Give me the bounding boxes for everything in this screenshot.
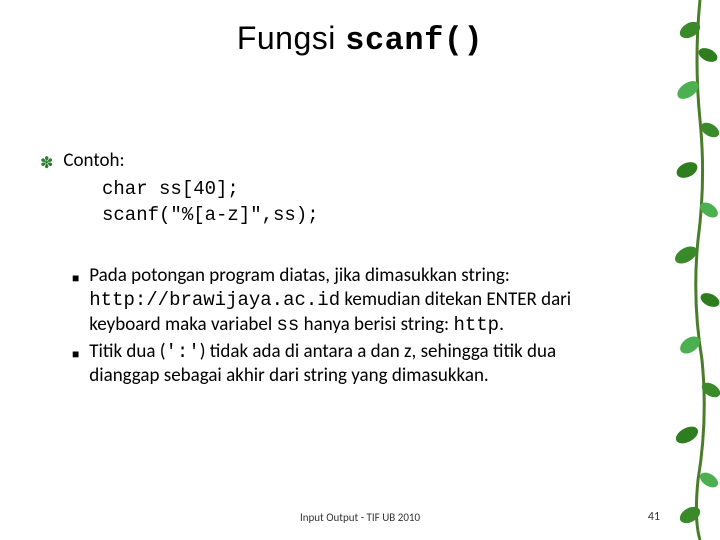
square-bullet-icon: ■ [72, 347, 79, 362]
paragraph-2-text: Titik dua (':') tidak ada di antara a da… [89, 340, 595, 389]
footer-text: Input Output - TIF UB 2010 [0, 511, 720, 524]
square-bullet-icon: ■ [72, 271, 79, 286]
p1-t3: hanya berisi string: [299, 313, 453, 336]
slide: Fungsi scanf() ✽ Contoh: char ss[40]; sc… [0, 0, 720, 540]
slide-body: ✽ Contoh: char ss[40]; scanf("%[a-z]",ss… [40, 149, 680, 388]
paragraphs: ■ Pada potongan program diatas, jika dim… [40, 264, 595, 388]
code-line-2: scanf("%[a-z]",ss); [102, 203, 595, 229]
p1-c3: http [453, 314, 499, 336]
p1-t4: . [499, 313, 504, 336]
flower-bullet-icon: ✽ [40, 153, 53, 173]
example-block: ✽ Contoh: [40, 149, 595, 173]
p1-c2: ss [277, 314, 300, 336]
paragraph-1-text: Pada potongan program diatas, jika dimas… [89, 264, 595, 337]
paragraph-1: ■ Pada potongan program diatas, jika dim… [72, 264, 595, 337]
title-code: scanf() [345, 22, 483, 59]
code-line-1: char ss[40]; [102, 177, 595, 203]
p2-c1: ':' [166, 341, 200, 363]
p1-c1: http://brawijaya.ac.id [89, 289, 340, 311]
example-label: Contoh: [63, 149, 124, 172]
slide-title: Fungsi scanf() [40, 20, 680, 59]
title-word: Fungsi [237, 20, 345, 56]
p1-t1: Pada potongan program diatas, jika dimas… [89, 264, 510, 287]
p2-t1: Titik dua ( [89, 340, 165, 363]
page-number: 41 [648, 510, 660, 524]
paragraph-2: ■ Titik dua (':') tidak ada di antara a … [72, 340, 595, 389]
